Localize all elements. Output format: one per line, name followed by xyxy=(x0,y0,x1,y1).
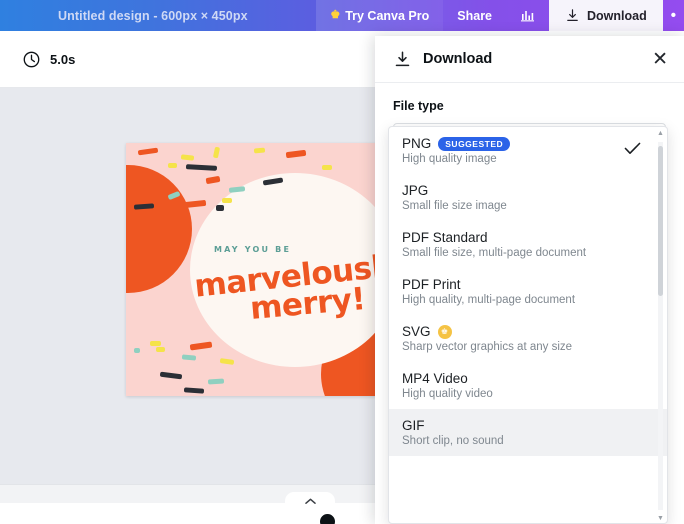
crown-icon: ♚ xyxy=(330,9,341,21)
file-type-label: File type xyxy=(393,99,444,113)
clock-icon xyxy=(23,51,40,67)
file-type-option[interactable]: PNG SUGGESTED High quality image xyxy=(389,127,667,174)
option-title-row: PDF Standard xyxy=(402,230,637,245)
file-type-option[interactable]: PDF Standard Small file size, multi-page … xyxy=(389,221,667,268)
option-title-row: GIF xyxy=(402,418,637,433)
option-description: Small file size image xyxy=(402,200,507,212)
scroll-down-icon[interactable]: ▼ xyxy=(657,515,664,522)
option-description: Sharp vector graphics at any size xyxy=(402,341,573,353)
option-title-row: JPG xyxy=(402,183,637,198)
option-description: High quality video xyxy=(402,388,493,400)
option-title-row: PDF Print xyxy=(402,277,637,292)
option-name: PDF Standard xyxy=(402,230,488,245)
file-type-option[interactable]: PDF Print High quality, multi-page docume… xyxy=(389,268,667,315)
option-description: Short clip, no sound xyxy=(402,435,504,447)
expand-tab-wing-right xyxy=(334,503,352,513)
option-name: SVG xyxy=(402,324,431,339)
top-toolbar-actions: ♚ Try Canva Pro Share Download • xyxy=(316,0,684,31)
option-name: GIF xyxy=(402,418,425,433)
try-canva-pro-label: Try Canva Pro xyxy=(345,8,430,23)
file-type-option[interactable]: MP4 Video High quality video xyxy=(389,362,667,409)
file-type-option[interactable]: JPG Small file size image xyxy=(389,174,667,221)
option-name: PNG xyxy=(402,136,432,151)
expand-tab-wing-left xyxy=(268,503,286,513)
option-description: High quality image xyxy=(402,153,497,165)
card-text-group[interactable]: MAY YOU BE marvelously merry! xyxy=(126,143,403,396)
crown-icon: ♚ xyxy=(437,324,452,339)
check-icon xyxy=(624,142,641,154)
chevron-up-icon xyxy=(304,498,316,504)
download-button[interactable]: Download xyxy=(549,0,663,31)
timeline-expand-button[interactable] xyxy=(285,492,335,510)
option-name: PDF Print xyxy=(402,277,461,292)
duration-label: 5.0s xyxy=(50,51,76,67)
option-title-row: PNG SUGGESTED xyxy=(402,136,637,151)
dropdown-scrollbar[interactable]: ▲ ▼ xyxy=(656,130,665,522)
option-title-row: MP4 Video xyxy=(402,371,637,386)
option-description: High quality, multi-page document xyxy=(402,294,576,306)
download-panel-header: Download ✕ xyxy=(375,36,684,83)
download-icon xyxy=(567,9,578,21)
download-label: Download xyxy=(587,8,647,23)
share-button[interactable]: Share xyxy=(443,0,507,31)
close-icon[interactable]: ✕ xyxy=(646,46,674,73)
duration-control[interactable]: 5.0s xyxy=(0,50,75,69)
design-page[interactable]: MAY YOU BE marvelously merry! xyxy=(126,143,403,396)
download-icon xyxy=(395,51,410,66)
canva-editor-window: Untitled design - 600px × 450px ♚ Try Ca… xyxy=(0,0,684,524)
file-type-option[interactable]: GIF Short clip, no sound xyxy=(389,409,667,456)
share-label: Share xyxy=(457,8,493,23)
file-type-dropdown: PNG SUGGESTED High quality image JPG Small f… xyxy=(388,126,668,524)
top-toolbar: Untitled design - 600px × 450px ♚ Try Ca… xyxy=(0,0,684,31)
bar-chart-button[interactable] xyxy=(506,0,550,31)
scrollbar-thumb[interactable] xyxy=(658,146,663,296)
option-description: Small file size, multi-page document xyxy=(402,247,587,259)
document-title[interactable]: Untitled design - 600px × 450px xyxy=(0,9,248,23)
timeline-playhead[interactable] xyxy=(320,514,335,524)
download-panel-title: Download xyxy=(423,51,493,67)
more-options-button[interactable]: • xyxy=(662,0,684,31)
bar-chart-icon xyxy=(521,10,535,21)
try-canva-pro-button[interactable]: ♚ Try Canva Pro xyxy=(316,0,444,31)
option-name: JPG xyxy=(402,183,429,198)
option-name: MP4 Video xyxy=(402,371,468,386)
option-title-row: SVG ♚ xyxy=(402,324,637,339)
card-tagline: MAY YOU BE xyxy=(214,245,292,254)
file-type-option-list: PNG SUGGESTED High quality image JPG Small f… xyxy=(389,127,667,456)
scroll-up-icon[interactable]: ▲ xyxy=(657,130,664,137)
more-options-icon: • xyxy=(670,7,676,24)
file-type-option[interactable]: SVG ♚ Sharp vector graphics at any size xyxy=(389,315,667,362)
suggested-badge: SUGGESTED xyxy=(438,136,511,151)
